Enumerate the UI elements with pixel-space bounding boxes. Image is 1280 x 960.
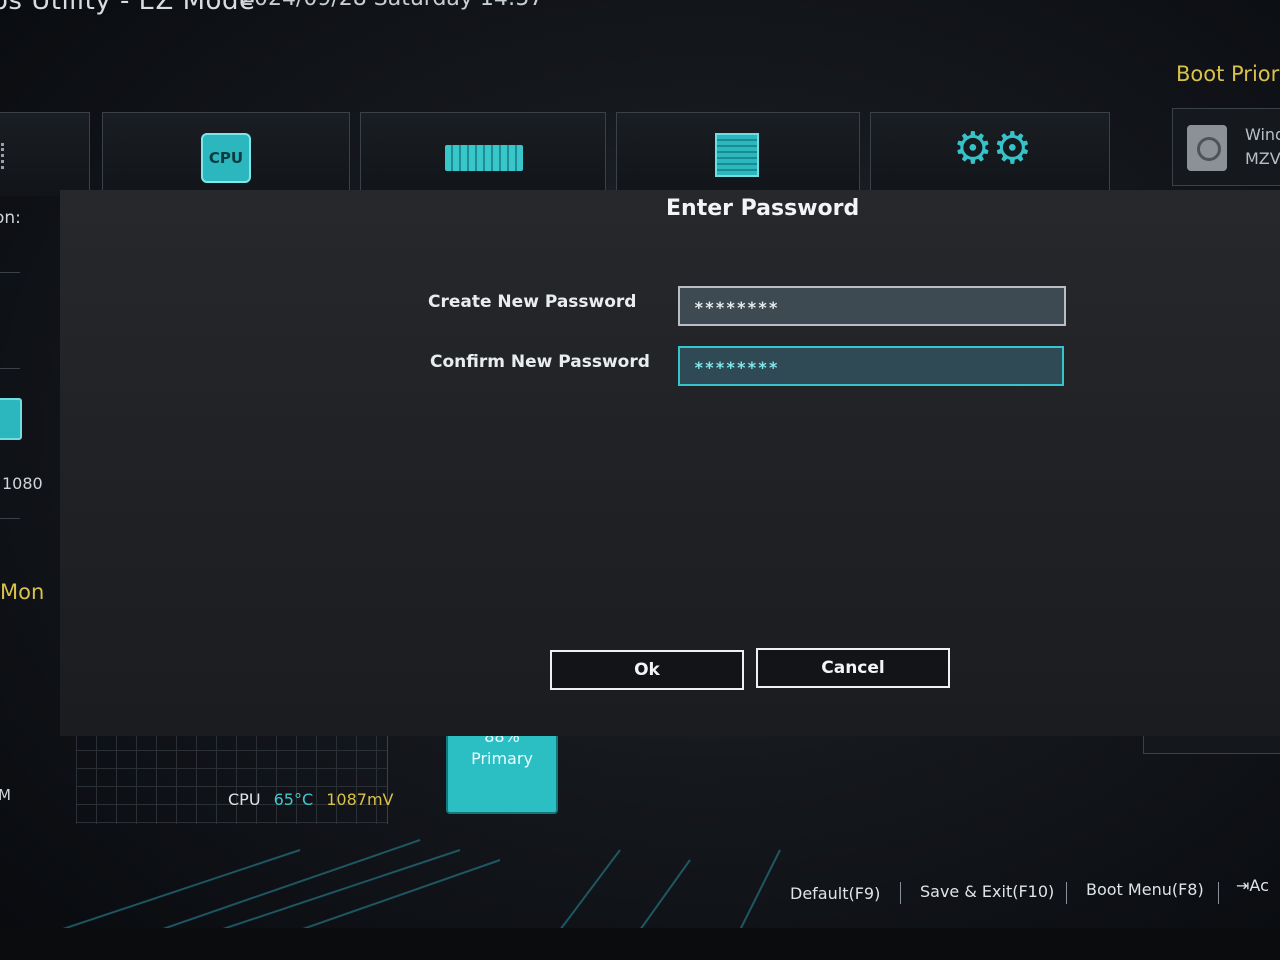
boot-device-line1: Wind — [1245, 125, 1280, 144]
left-info-label: on: — [0, 208, 21, 228]
boot-device-item[interactable]: Wind MZV — [1172, 108, 1280, 186]
app-title: os Utility - EZ Mode — [0, 0, 256, 16]
divider — [0, 272, 20, 273]
cancel-button[interactable]: Cancel — [756, 648, 950, 688]
exit-arrow-icon: ⇥ — [1236, 876, 1250, 895]
boot-device-label: Wind MZV — [1245, 123, 1280, 171]
memory-icon — [445, 145, 523, 171]
fan-name: Primary — [471, 749, 533, 768]
cpu-stats: CPU 65°C 1087mV — [228, 790, 394, 809]
left-resolution: 1080 — [2, 474, 43, 493]
separator — [1218, 882, 1219, 904]
monitor-graph — [76, 732, 388, 824]
monitor-bezel — [0, 928, 1280, 960]
tile-cpu[interactable]: CPU — [102, 112, 350, 196]
ok-button[interactable]: Ok — [550, 650, 744, 690]
left-badge-icon[interactable] — [0, 398, 22, 440]
bottom-hotkey-bar: Default(F9) Save & Exit(F10) Boot Menu(F… — [0, 870, 1280, 920]
boot-device-line2: MZV — [1245, 149, 1280, 168]
tile-settings[interactable]: ⚙⚙ — [870, 112, 1110, 196]
confirm-password-field[interactable]: ******** — [678, 346, 1064, 386]
divider — [0, 368, 20, 369]
default-f9-button[interactable]: Default(F9) — [790, 884, 880, 903]
create-password-field[interactable]: ******** — [678, 286, 1066, 326]
dialog-title: Enter Password — [666, 196, 860, 221]
separator — [1066, 882, 1067, 904]
boot-menu-f8-button[interactable]: Boot Menu(F8) — [1086, 880, 1204, 899]
cpu-voltage: 1087mV — [326, 790, 394, 809]
tile-left-partial[interactable] — [0, 112, 90, 196]
create-password-label: Create New Password — [428, 292, 637, 312]
password-dialog: Enter Password Create New Password *****… — [60, 190, 1280, 736]
cpu-label: CPU — [228, 790, 261, 809]
tile-memory[interactable] — [360, 112, 606, 196]
left-memory-unit: M — [0, 786, 11, 804]
storage-icon — [715, 133, 759, 177]
confirm-password-label: Confirm New Password — [430, 352, 650, 372]
cpu-icon: CPU — [201, 133, 251, 183]
bios-screen: os Utility - EZ Mode 2024/09/28 Saturday… — [0, 0, 1280, 960]
advanced-label: Ac — [1249, 876, 1269, 895]
divider — [0, 518, 20, 519]
save-exit-f10-button[interactable]: Save & Exit(F10) — [920, 882, 1054, 901]
boot-priority-label: Boot Prior — [1176, 62, 1280, 86]
separator — [900, 882, 901, 904]
tile-storage[interactable] — [616, 112, 860, 196]
settings-gears-icon: ⚙⚙ — [953, 123, 1032, 174]
cpu-temperature: 65°C — [273, 790, 314, 809]
advanced-mode-button[interactable]: ⇥Ac — [1236, 876, 1269, 895]
hard-disk-icon — [1187, 125, 1227, 171]
list-icon — [1, 143, 7, 169]
date-time: 2024/09/28 Saturday 14:57 — [240, 0, 543, 11]
monitor-section-label: Mon — [0, 580, 45, 604]
